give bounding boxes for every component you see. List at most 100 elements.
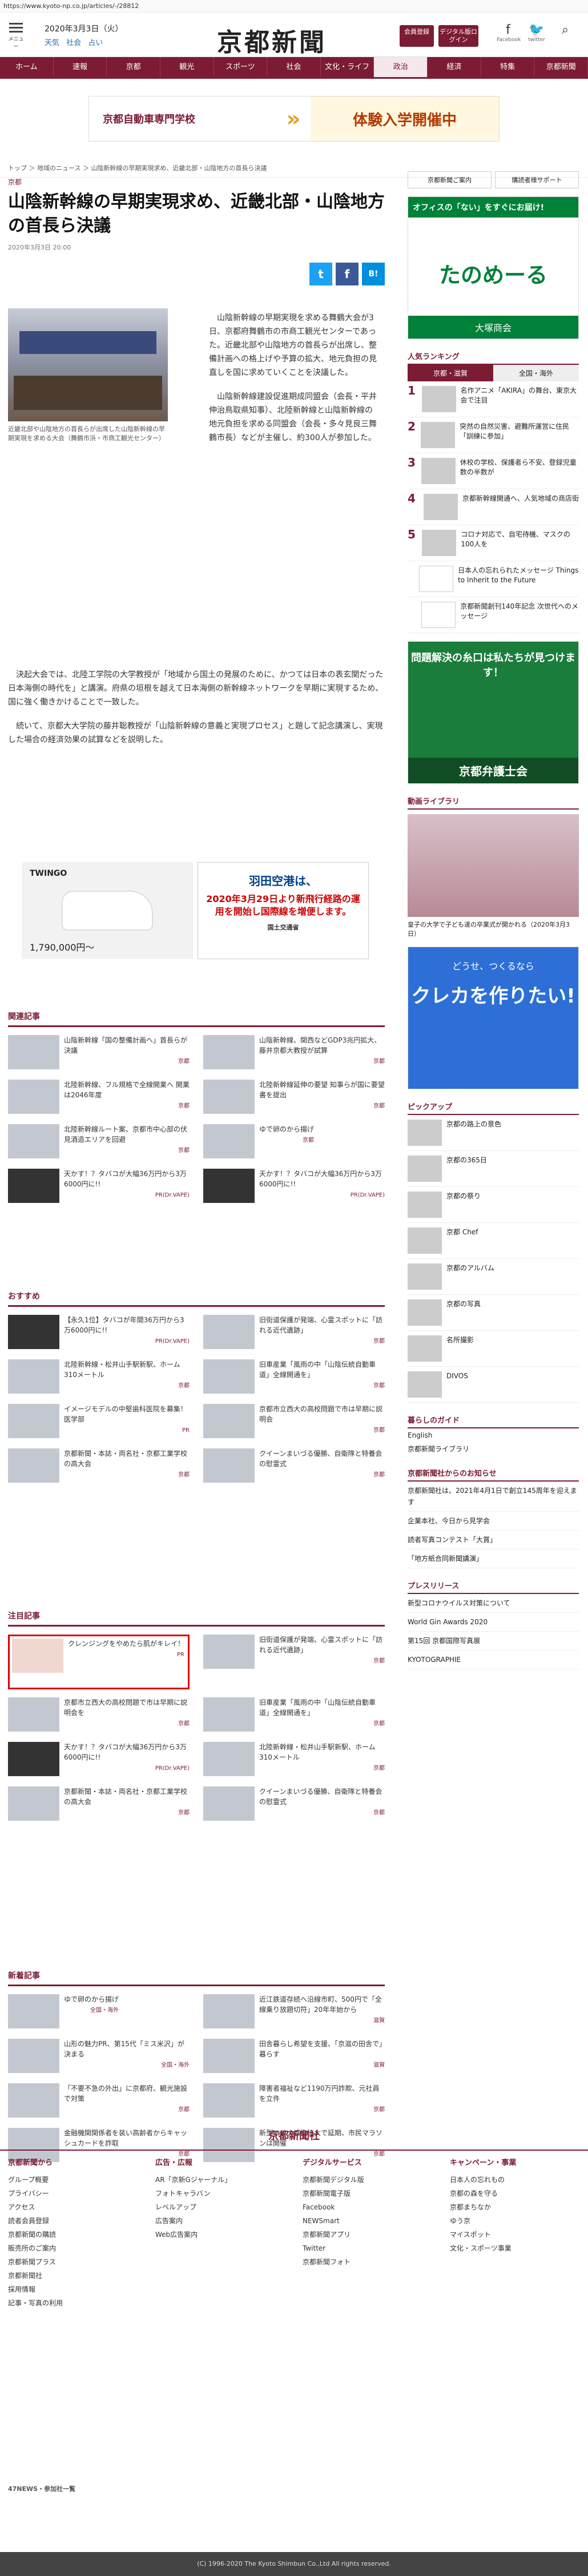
guide-library-link[interactable]: 京都新聞ライブラリ: [408, 1442, 579, 1456]
list-item[interactable]: クレンジングをやめたら肌がキレイ！ PR: [8, 1635, 190, 1689]
nav-society[interactable]: 社会: [267, 57, 321, 77]
list-item[interactable]: 旧街道保護が発端、心霊スポットに「訪れる近代遺跡」 京都: [203, 1315, 385, 1351]
nav-economy[interactable]: 経済: [428, 57, 481, 77]
lawyer-association-ad[interactable]: 問題解決の糸口は私たちが見つけます！ 京都弁護士会: [408, 641, 579, 784]
press-item[interactable]: 第15回 京都国際写真展: [408, 1632, 579, 1651]
notice-item[interactable]: 京都新聞社は、2021年4月1日で創立145周年を迎えます: [408, 1482, 579, 1512]
list-item[interactable]: イメージモデルの中堅歯科医院を募集！医学部 PR: [8, 1404, 190, 1440]
press-item[interactable]: 新型コロナウイルス対策について: [408, 1594, 579, 1613]
twitter-link[interactable]: 🐦 twitter: [525, 23, 548, 43]
photo-image[interactable]: [8, 308, 168, 421]
car-ad[interactable]: TWINGO 1,790,000円〜: [22, 862, 193, 959]
tab-kyoto-shiga[interactable]: 京都・滋賀: [408, 365, 493, 381]
list-item[interactable]: 【永久1位】タバコが年間36万円から3万6000円に!! PR(Dr.VAPE): [8, 1315, 190, 1351]
ranking-item[interactable]: 4 京都新幹線開通へ、人気地域の商店街: [408, 489, 579, 525]
pickup-item[interactable]: 京都の祭り: [408, 1187, 579, 1223]
list-item[interactable]: 北陸新幹線ルート案、京都市中心部の伏見酒造エリアを回避 京都: [8, 1124, 190, 1161]
nav-kyoto[interactable]: 京都: [107, 57, 160, 77]
main-nav: ホーム 速報 京都 観光 スポーツ 社会 文化・ライフ 政治 経済 特集 京都新…: [0, 57, 588, 79]
digital-login-button[interactable]: デジタル版ログイン: [438, 25, 478, 47]
list-item[interactable]: 北陸新幹線延伸の要望 知事らが国に要望書を提出 京都: [203, 1080, 385, 1116]
notice-item[interactable]: 読者写真コンテスト「大賞」: [408, 1531, 579, 1549]
recommend-articles: おすすめ 【永久1位】タバコが年間36万円から3万6000円に!! PR(Dr.V…: [8, 1290, 385, 1485]
list-item[interactable]: 旧街道保護が発端、心霊スポットに「訪れる近代遺跡」 京都: [203, 1635, 385, 1671]
list-item[interactable]: 旧車産業「風雨の中「山陰伝統自動車道」全線開通を」 京都: [203, 1697, 385, 1734]
list-item[interactable]: 北陸新幹線・松井山手駅新駅、ホーム310メートル 京都: [203, 1742, 385, 1778]
search-button[interactable]: ⌕: [554, 23, 577, 37]
list-item[interactable]: 田舎暮らし希望を支援、「京滋の田舎で」暮らす 滋賀: [203, 2039, 385, 2075]
nav-tourism[interactable]: 観光: [160, 57, 214, 77]
list-item[interactable]: クイーンまいづる優勝、自衛隊と特養会の慰霊式 京都: [203, 1786, 385, 1823]
link-guide[interactable]: 京都新聞ご案内: [408, 171, 492, 188]
top-banner-ad[interactable]: 京都自動車専門学校 » 体験入学開催中: [88, 96, 500, 142]
list-item[interactable]: 京都新聞・本誌・両名社・京都工業学校の高大会 京都: [8, 1786, 190, 1823]
list-item[interactable]: 山陰新幹線、関西などGDP3兆円拡大、藤井京都大教授が試算 京都: [203, 1035, 385, 1072]
list-item[interactable]: 北陸新幹線、フル規格で全線開業へ 開業は2046年度 京都: [8, 1080, 190, 1116]
copyright: (C) 1996-2020 The Kyoto Shimbun Co.,Ltd …: [0, 2552, 588, 2576]
list-item[interactable]: 近江鉄道存続へ沿線市町、500円で「全線乗り放題切符」20年年始から 滋賀: [203, 1994, 385, 2031]
hatena-share-icon[interactable]: B!: [362, 263, 385, 285]
airport-ad[interactable]: 羽田空港は、 2020年3月29日より新飛行経路の運用を開始し国際線を増便します…: [198, 862, 369, 959]
video-thumbnail[interactable]: [408, 814, 579, 917]
pickup-item[interactable]: 京都のアルバム: [408, 1259, 579, 1295]
pickup-item[interactable]: 京都 Chef: [408, 1223, 579, 1259]
link-fortune[interactable]: 占い: [88, 39, 103, 47]
tab-national[interactable]: 全国・海外: [493, 365, 579, 381]
list-item[interactable]: クイーンまいづる優勝、自衛隊と特養会の慰霊式 京都: [203, 1448, 385, 1485]
list-item[interactable]: 天かす！？タバコが大幅36万円から3万6000円に!! PR(Dr.VAPE): [8, 1169, 190, 1205]
ranking-item[interactable]: 日本人の忘れられたメッセージ Things to Inherit to the …: [408, 561, 579, 597]
facebook-share-icon[interactable]: f: [336, 263, 359, 285]
nav-paper[interactable]: 京都新聞: [534, 57, 588, 77]
pickup-item[interactable]: 京都の365日: [408, 1151, 579, 1187]
list-item[interactable]: 京都市立西大の高校問題で市は早期に説明会 京都: [203, 1404, 385, 1440]
ranking-item[interactable]: 1 名作アニメ「AKIRA」の舞台、東京大会で注目: [408, 381, 579, 417]
ranking-item[interactable]: 3 休校の学校、保護者ら不安、登録児童数の半数が: [408, 453, 579, 489]
link-support[interactable]: 購読者様サポート: [495, 171, 579, 188]
list-item[interactable]: 京都新聞・本誌・両名社・京都工業学校の高大会 京都: [8, 1448, 190, 1485]
list-item[interactable]: 天かす！？タバコが大幅36万円から3万6000円に!! PR(Dr.VAPE): [203, 1169, 385, 1205]
pickup-item[interactable]: 京都の路上の景色: [408, 1115, 579, 1151]
link-weather[interactable]: 天気: [45, 39, 59, 47]
office-supplies-ad[interactable]: オフィスの「ない」をすぐにお届け! たのめーる 大塚商会: [408, 196, 579, 339]
news-partner-title[interactable]: 47NEWS・参加社一覧: [8, 2484, 579, 2495]
list-item[interactable]: 障害者福祉など1190万円詐欺、元社員を立件 京都: [203, 2083, 385, 2120]
article-title: 山陰新幹線の早期実現求め、近畿北部・山陰地方の首長ら決議: [8, 192, 385, 236]
ranking-item[interactable]: 2 突然の自然災害、避難所運営に住民「訓練に参加」: [408, 417, 579, 453]
press-item[interactable]: KYOTOGRAPHIE: [408, 1651, 579, 1669]
twitter-share-icon[interactable]: t: [309, 263, 332, 285]
ranking-item[interactable]: 5 コロナ対応で、自宅待機、マスクの100人を: [408, 525, 579, 561]
nav-culture[interactable]: 文化・ライフ: [320, 57, 374, 77]
notice-item[interactable]: 「地方紙合同新聞講演」: [408, 1549, 579, 1568]
link-society[interactable]: 社会: [66, 39, 81, 47]
list-item[interactable]: 山陰新幹線「国の整備計画へ」首長らが決議 京都: [8, 1035, 190, 1072]
list-item[interactable]: 天かす！？タバコが大幅36万円から3万6000円に!! PR(Dr.VAPE): [8, 1742, 190, 1778]
notice-item[interactable]: 企業本社、今日から見学会: [408, 1512, 579, 1531]
ranking-item[interactable]: 京都新聞創刊140年記念 次世代へのメッセージ: [408, 597, 579, 633]
list-item[interactable]: 「不要不急の外出」に京都府、観光施設で対策 京都: [8, 2083, 190, 2120]
press-release-title: プレスリリース: [408, 1577, 579, 1594]
credit-card-ad[interactable]: どうせ、つくるなら クレカを作りたい!: [408, 947, 579, 1089]
pickup-item[interactable]: DIVOS: [408, 1367, 579, 1403]
press-item[interactable]: World Gin Awards 2020: [408, 1613, 579, 1632]
site-logo[interactable]: 京都新聞: [217, 22, 327, 58]
facebook-link[interactable]: f Facebook: [497, 23, 521, 43]
nav-politics[interactable]: 政治: [374, 57, 428, 77]
middle-ads: TWINGO 1,790,000円〜 羽田空港は、 2020年3月29日より新飛…: [22, 862, 376, 959]
list-item[interactable]: 北陸新幹線・松井山手駅新駅、ホーム310メートル 京都: [8, 1359, 190, 1396]
menu-button[interactable]: メニュー: [8, 21, 24, 50]
nav-sports[interactable]: スポーツ: [214, 57, 268, 77]
list-item[interactable]: 京都市立西大の高校問題で市は早期に説明会を 京都: [8, 1697, 190, 1734]
pickup-item[interactable]: 名所撮影: [408, 1331, 579, 1367]
nav-breaking[interactable]: 速報: [53, 57, 107, 77]
list-item[interactable]: ゆで卵のから揚げ 京都: [203, 1124, 385, 1161]
article-section[interactable]: 京都: [8, 177, 385, 187]
signup-button[interactable]: 会員登録: [400, 25, 434, 47]
nav-home[interactable]: ホーム: [0, 57, 54, 77]
footer-logo[interactable]: 京都新聞社: [0, 2121, 588, 2150]
list-item[interactable]: ゆで卵のから揚げ 全国・海外: [8, 1994, 190, 2031]
nav-features[interactable]: 特集: [481, 57, 535, 77]
list-item[interactable]: 旧車産業「風雨の中「山陰伝統自動車道」全線開通を」 京都: [203, 1359, 385, 1396]
pickup-item[interactable]: 京都の写真: [408, 1295, 579, 1331]
guide-english-link[interactable]: English: [408, 1428, 579, 1442]
list-item[interactable]: 山形の魅力PR、第15代「ミス米沢」が決まる 全国・海外: [8, 2039, 190, 2075]
